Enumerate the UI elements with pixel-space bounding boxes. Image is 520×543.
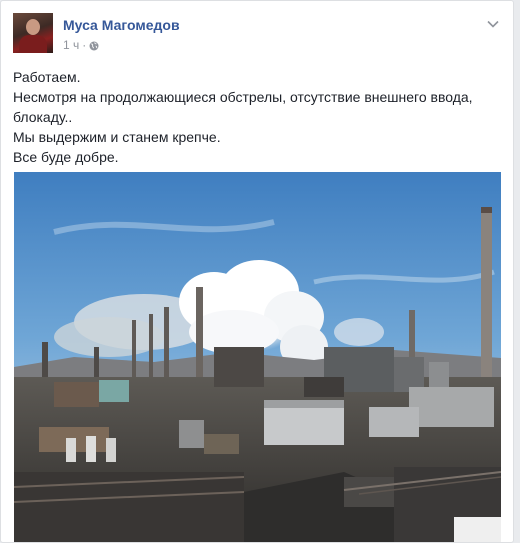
avatar-head: [26, 19, 40, 35]
industrial-landscape-image: [14, 172, 501, 542]
post-photo[interactable]: [14, 172, 501, 542]
post-line: Работаем.: [13, 69, 81, 85]
chevron-down-icon[interactable]: [487, 16, 499, 28]
post-meta: 1 ч ·: [63, 38, 99, 52]
globe-icon[interactable]: [89, 40, 99, 51]
avatar-body: [19, 35, 47, 53]
post-line: Все буде добре.: [13, 149, 119, 165]
author-avatar[interactable]: [13, 13, 53, 53]
author-name-link[interactable]: Муса Магомедов: [63, 17, 180, 33]
post-card: Муса Магомедов 1 ч · Работаем. Несмотря …: [0, 0, 514, 543]
post-timestamp[interactable]: 1 ч: [63, 38, 79, 52]
post-line: Мы выдержим и станем крепче.: [13, 129, 221, 145]
post-line: Несмотря на продолжающиеся обстрелы, отс…: [13, 89, 473, 125]
post-message: Работаем. Несмотря на продолжающиеся обс…: [13, 67, 493, 167]
meta-separator: ·: [82, 38, 87, 52]
